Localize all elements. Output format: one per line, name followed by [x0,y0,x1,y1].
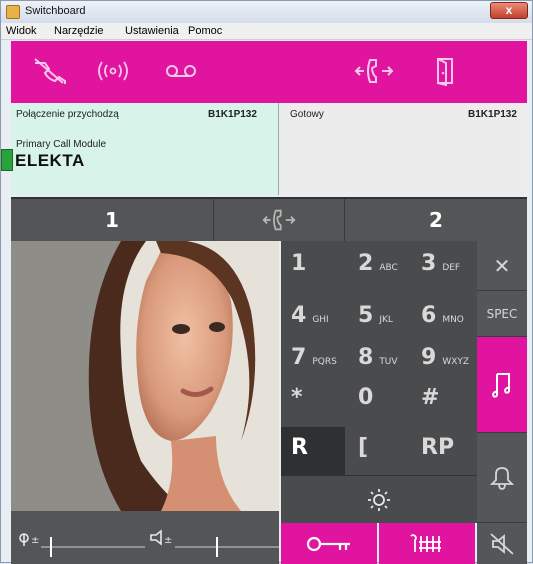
radio-waves-icon[interactable] [93,53,133,89]
speaker-volume-slider[interactable]: ± [150,529,279,557]
hangup-phone-icon[interactable] [27,53,71,89]
dial-keypad: 1 2 ABC 3 DEF 4 GHI 5 JKL 6 MNO 7 PQRS 8 TUV 9W… [281,241,477,511]
mute-button[interactable] [477,523,527,564]
menu-widok[interactable]: Widok [6,25,37,37]
key-star[interactable]: * [291,385,303,410]
rp-button[interactable]: RP [421,435,454,460]
door-key-button[interactable] [281,523,377,564]
clear-button[interactable]: ✕ [477,241,527,291]
switchboard-window: Switchboard x Widok Narzędzie Ustawienia… [0,0,533,564]
line1-status-panel[interactable]: Połączenie przychodzą B1K1P132 Primary C… [11,103,279,195]
tab-line-1[interactable]: 1 [11,199,213,241]
app-icon [6,5,20,19]
menu-narzedzie[interactable]: Narzędzie [54,25,104,37]
key-4[interactable]: 4 GHI [291,303,329,328]
transfer-tab-icon[interactable] [213,199,345,241]
key-hash[interactable]: # [421,385,439,410]
audio-controls: ± ± [11,511,279,564]
side-controls: ✕ SPEC [477,241,527,564]
module-label: Primary Call Module [16,139,107,150]
tab-line-2[interactable]: 2 [345,199,527,241]
music-note-icon [491,372,510,398]
spec-button[interactable]: SPEC [477,291,527,337]
intercom-module-icon [1,149,13,171]
voicemail-icon[interactable] [161,53,201,89]
caller-name: ELEKTA [15,151,85,170]
video-feed [11,241,279,511]
bracket-button[interactable]: [ [358,435,368,460]
line2-code: B1K1P132 [468,109,517,120]
brightness-icon [368,488,390,511]
key-8[interactable]: 8 TUV [358,345,398,370]
exit-door-icon[interactable] [425,53,465,89]
window-title: Switchboard [25,5,86,17]
gate-button[interactable] [379,523,475,564]
line2-status-panel[interactable]: Gotowy B1K1P132 [280,103,527,195]
line2-state: Gotowy [290,109,324,120]
key-2[interactable]: 2 ABC [358,251,398,276]
key-6[interactable]: 6 MNO [421,303,464,328]
key-0[interactable]: 0 [358,385,373,410]
bell-icon [489,466,515,490]
mute-speaker-icon [490,532,514,555]
key-1[interactable]: 1 [291,251,306,276]
alarm-bell-button[interactable] [477,433,527,523]
call-toolbar [11,41,527,103]
menu-pomoc[interactable]: Pomoc [188,25,222,37]
key-3[interactable]: 3 DEF [421,251,460,276]
key-5[interactable]: 5 JKL [358,303,393,328]
svg-text:±: ± [164,535,172,546]
music-button[interactable] [477,337,527,433]
line-tabs: 1 2 [11,197,527,241]
gate-icon [410,533,441,552]
transfer-call-icon[interactable] [351,53,397,89]
menu-bar: Widok Narzędzie Ustawienia Pomoc [1,23,532,40]
line1-code: B1K1P132 [208,109,257,120]
svg-text:±: ± [31,535,39,546]
brightness-button[interactable] [281,475,477,523]
key-7[interactable]: 7 PQRS [291,345,337,370]
line1-state: Połączenie przychodzą [16,109,119,120]
close-button[interactable]: x [490,2,528,19]
r-button[interactable]: R [281,427,345,475]
title-bar: Switchboard x [1,1,532,23]
menu-ustawienia[interactable]: Ustawienia [125,25,179,37]
mic-volume-slider[interactable]: ± [19,533,145,557]
key-icon [306,536,350,551]
key-9[interactable]: 9 WXYZ [421,345,469,370]
